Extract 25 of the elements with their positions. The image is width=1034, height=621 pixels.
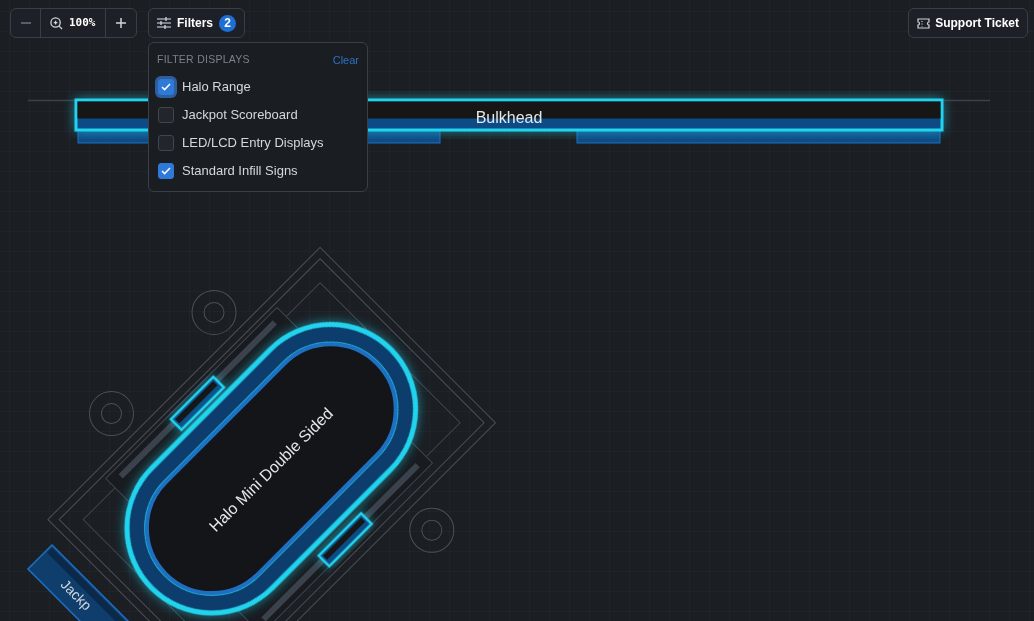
display-label: Bulkhead: [475, 109, 543, 126]
checkbox[interactable]: [158, 162, 174, 179]
jackpot-sign[interactable]: [26, 543, 131, 621]
support-ticket-button[interactable]: Support Ticket: [908, 8, 1028, 38]
check-icon: [161, 166, 171, 175]
circle-marker-icon: [191, 289, 237, 335]
plus-icon: [114, 17, 127, 29]
count-badge: 2: [219, 14, 236, 32]
filter-option[interactable]: Standard Infill Signs: [157, 156, 359, 185]
checkbox[interactable]: [158, 78, 174, 95]
filters-button[interactable]: Filters 2: [148, 8, 245, 38]
circle-marker-icon: [89, 391, 134, 437]
ticket-icon: [917, 17, 931, 29]
filter-option[interactable]: Halo Range: [157, 72, 359, 101]
zoom-icon: [50, 16, 63, 30]
menu-heading: FILTER DISPLAYS: [157, 52, 250, 68]
filter-option[interactable]: LED/LCD Entry Displays: [157, 128, 359, 157]
check-icon: [161, 82, 171, 91]
zoom-value: 100%: [69, 14, 96, 31]
checkbox[interactable]: [158, 134, 174, 151]
filter-option[interactable]: Jackpot Scoreboard: [157, 100, 359, 129]
sliders-icon: [157, 17, 171, 29]
checkbox[interactable]: [158, 106, 174, 123]
clear-link[interactable]: Clear: [332, 52, 359, 69]
circle-marker-icon: [409, 507, 455, 553]
